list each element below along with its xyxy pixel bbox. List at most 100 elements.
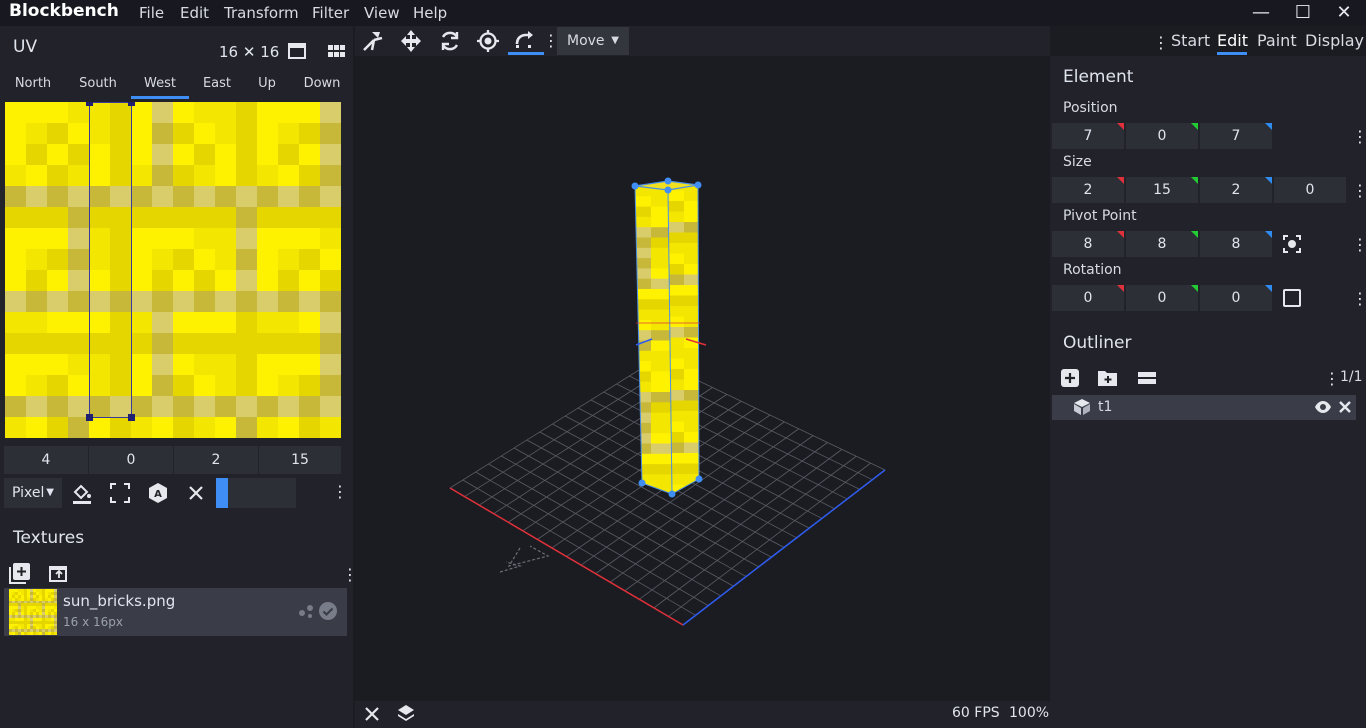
maximize-uv-icon[interactable] [108, 481, 132, 505]
maximize-button[interactable]: ☐ [1292, 2, 1314, 24]
particle-icon[interactable] [297, 602, 315, 620]
outliner-count: 1/1 [1340, 369, 1363, 385]
textures-more-icon[interactable]: ⋮ [342, 565, 358, 584]
pivot-y-value: 8 [1157, 236, 1167, 252]
tab-west[interactable]: West [131, 76, 189, 91]
chevron-down-icon: ▼ [46, 487, 54, 498]
outliner-panel-title: Outliner [1063, 333, 1132, 353]
menu-edit[interactable]: Edit [180, 4, 209, 22]
center-pivot-icon[interactable] [1282, 234, 1302, 254]
zoom-level: 100% [1009, 705, 1050, 721]
pivot-more-icon[interactable]: ⋮ [1352, 235, 1366, 254]
position-x-value: 7 [1083, 128, 1093, 144]
tab-south[interactable]: South [70, 76, 126, 91]
mode-display[interactable]: Display [1305, 31, 1364, 50]
size-z-field[interactable]: 2 [1200, 177, 1272, 203]
mode-start[interactable]: Start [1171, 31, 1210, 50]
collapse-all-icon[interactable] [1137, 370, 1157, 386]
transform-mode-dropdown[interactable]: Move ▼ [557, 27, 629, 55]
rotation-more-icon[interactable]: ⋮ [1352, 289, 1366, 308]
uv-height-field[interactable]: 15 [259, 446, 341, 474]
vertex-snap-icon[interactable] [360, 28, 386, 54]
visibility-eye-icon[interactable] [1314, 399, 1332, 415]
auto-uv-icon[interactable]: A [146, 481, 170, 505]
uv-x-field[interactable]: 4 [4, 446, 88, 474]
move-tool-icon[interactable] [398, 28, 424, 54]
uv-handle[interactable] [86, 414, 93, 421]
position-label: Position [1063, 100, 1118, 116]
slider-fill [216, 478, 228, 508]
rotation-y-value: 0 [1157, 290, 1167, 306]
clear-uv-icon[interactable] [184, 481, 208, 505]
pivot-x-field[interactable]: 8 [1052, 231, 1124, 257]
paint-bucket-icon[interactable] [70, 481, 94, 505]
minimize-button[interactable]: — [1250, 2, 1272, 24]
outliner-more-icon[interactable]: ⋮ [1324, 369, 1340, 388]
uv-selection-box[interactable] [89, 102, 132, 418]
menu-help[interactable]: Help [413, 4, 447, 22]
rotation-x-field[interactable]: 0 [1052, 285, 1124, 311]
import-texture-icon[interactable] [48, 562, 70, 584]
tab-west-underline [131, 96, 189, 99]
uv-editor-canvas[interactable] [5, 102, 341, 438]
position-x-field[interactable]: 7 [1052, 123, 1124, 149]
position-z-field[interactable]: 7 [1200, 123, 1272, 149]
tab-north[interactable]: North [6, 76, 60, 91]
uv-more-icon[interactable]: ⋮ [332, 482, 348, 501]
texture-check-icon[interactable] [318, 601, 338, 621]
pivot-tool-icon[interactable] [475, 28, 501, 54]
single-view-icon[interactable] [287, 41, 307, 61]
uv-handle[interactable] [128, 414, 135, 421]
tab-up[interactable]: Up [246, 76, 288, 91]
uv-mode-select[interactable]: Pixel ▼ [4, 478, 62, 508]
modes-more-icon[interactable]: ⋮ [1153, 33, 1169, 52]
add-cube-icon[interactable] [1060, 368, 1080, 388]
uv-width-field[interactable]: 2 [174, 446, 258, 474]
inflate-field[interactable]: 0 [1274, 177, 1346, 203]
rotation-slider[interactable] [216, 478, 296, 508]
position-z-value: 7 [1231, 128, 1241, 144]
close-viewport-icon[interactable] [362, 704, 382, 724]
uv-handle[interactable] [128, 102, 135, 106]
pivot-z-value: 8 [1231, 236, 1241, 252]
layers-icon[interactable] [396, 703, 416, 723]
outliner-item-name: t1 [1098, 399, 1113, 415]
close-button[interactable]: ✕ [1333, 2, 1355, 24]
uv-size-label: 16 ✕ 16 [219, 43, 280, 61]
uv-handle[interactable] [86, 102, 93, 106]
delete-item-icon[interactable] [1337, 399, 1353, 415]
menu-filter[interactable]: Filter [312, 4, 349, 22]
rotation-y-field[interactable]: 0 [1126, 285, 1198, 311]
rotation-x-value: 0 [1083, 290, 1093, 306]
scene-svg [449, 177, 886, 626]
rescale-checkbox[interactable] [1283, 289, 1301, 307]
size-x-field[interactable]: 2 [1052, 177, 1124, 203]
north-indicator-icon [499, 545, 550, 573]
menu-file[interactable]: File [139, 4, 164, 22]
toolbar-more-icon[interactable]: ⋮ [543, 31, 559, 50]
transform-space-icon[interactable] [512, 28, 538, 54]
mode-edit[interactable]: Edit [1217, 31, 1248, 50]
pivot-z-field[interactable]: 8 [1200, 231, 1272, 257]
size-y-field[interactable]: 15 [1126, 177, 1198, 203]
position-y-value: 0 [1157, 128, 1167, 144]
rotate-tool-icon[interactable] [437, 28, 463, 54]
pivot-y-field[interactable]: 8 [1126, 231, 1198, 257]
cube-element[interactable] [630, 180, 703, 496]
add-texture-icon[interactable] [9, 562, 31, 584]
menu-view[interactable]: View [364, 4, 400, 22]
position-more-icon[interactable]: ⋮ [1352, 127, 1366, 146]
rotation-z-field[interactable]: 0 [1200, 285, 1272, 311]
add-group-icon[interactable] [1097, 368, 1119, 388]
tab-east[interactable]: East [192, 76, 242, 91]
grid-view-icon[interactable] [326, 41, 346, 61]
size-y-value: 15 [1153, 182, 1171, 198]
mode-paint[interactable]: Paint [1257, 31, 1297, 50]
3d-viewport[interactable] [355, 56, 1050, 701]
uv-y-field[interactable]: 0 [89, 446, 173, 474]
position-y-field[interactable]: 0 [1126, 123, 1198, 149]
tab-down[interactable]: Down [297, 76, 347, 91]
size-more-icon[interactable]: ⋮ [1352, 181, 1366, 200]
size-label: Size [1063, 154, 1092, 170]
menu-transform[interactable]: Transform [224, 4, 299, 22]
